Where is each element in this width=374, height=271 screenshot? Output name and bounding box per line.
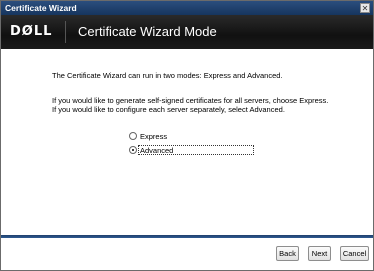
wizard-content: The Certificate Wizard can run in two mo… xyxy=(1,49,373,235)
window-title: Certificate Wizard xyxy=(5,3,77,13)
banner-divider xyxy=(65,21,66,43)
express-radio[interactable] xyxy=(129,132,137,140)
title-bar[interactable]: Certificate Wizard ✕ xyxy=(1,1,373,15)
cancel-button[interactable]: Cancel xyxy=(340,246,369,261)
back-button[interactable]: Back xyxy=(276,246,299,261)
page-title: Certificate Wizard Mode xyxy=(78,24,217,39)
next-button[interactable]: Next xyxy=(308,246,331,261)
button-bar: Back Next Cancel xyxy=(1,238,373,270)
instruction-line-advanced: If you would like to configure each serv… xyxy=(52,105,285,114)
advanced-label[interactable]: Advanced xyxy=(140,145,173,156)
advanced-radio[interactable] xyxy=(129,146,137,154)
instruction-text: If you would like to generate self-signe… xyxy=(52,96,328,114)
certificate-wizard-window: Certificate Wizard ✕ DØLL Certificate Wi… xyxy=(0,0,374,271)
close-icon[interactable]: ✕ xyxy=(360,3,370,13)
instruction-line-express: If you would like to generate self-signe… xyxy=(52,96,329,105)
intro-text: The Certificate Wizard can run in two mo… xyxy=(52,71,283,80)
express-label[interactable]: Express xyxy=(140,131,167,142)
dell-logo: DØLL xyxy=(10,24,53,39)
header-banner: DØLL Certificate Wizard Mode xyxy=(1,15,373,49)
